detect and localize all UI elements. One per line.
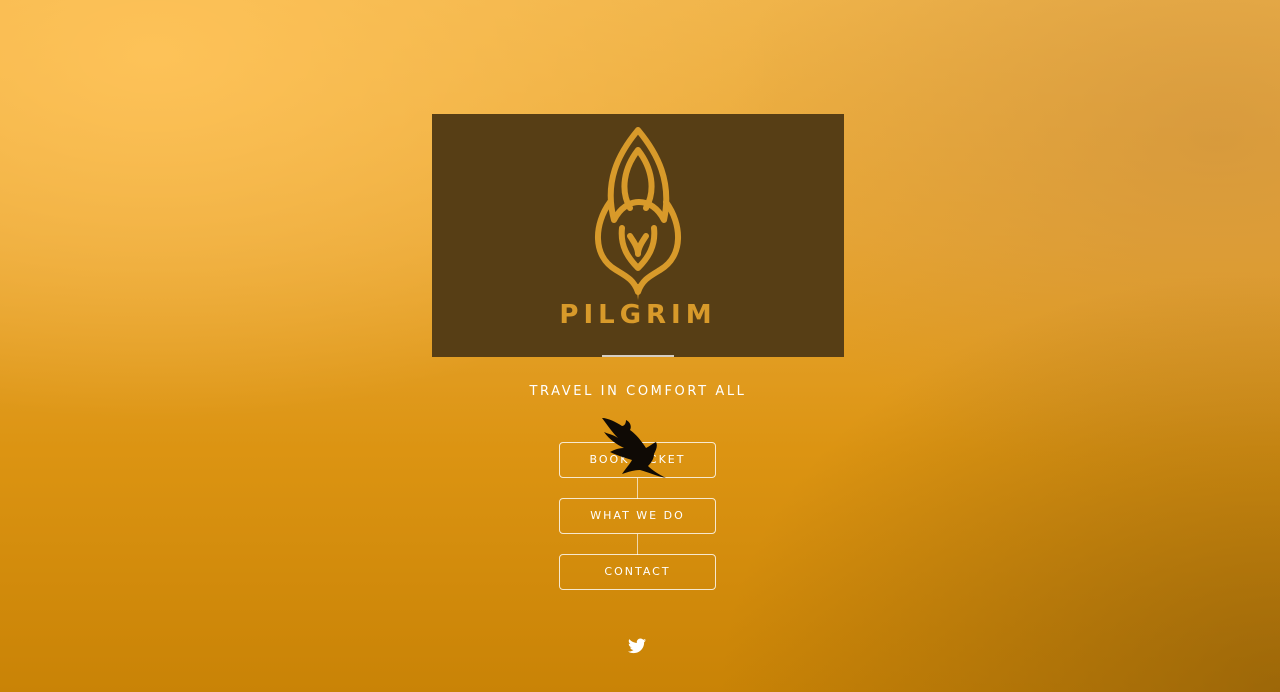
logo-underline [602,355,674,357]
connector-line [637,534,638,555]
brand-name: PILGRIM [559,300,717,330]
book-ticket-button[interactable]: BOOK TICKET [559,442,716,478]
connector-line [637,478,638,499]
twitter-icon[interactable] [628,638,646,654]
tagline: TRAVEL IN COMFORT ALL [529,384,747,399]
leaf-logo-icon [595,127,681,300]
contact-button[interactable]: CONTACT [559,554,716,590]
what-we-do-button[interactable]: WHAT WE DO [559,498,716,534]
